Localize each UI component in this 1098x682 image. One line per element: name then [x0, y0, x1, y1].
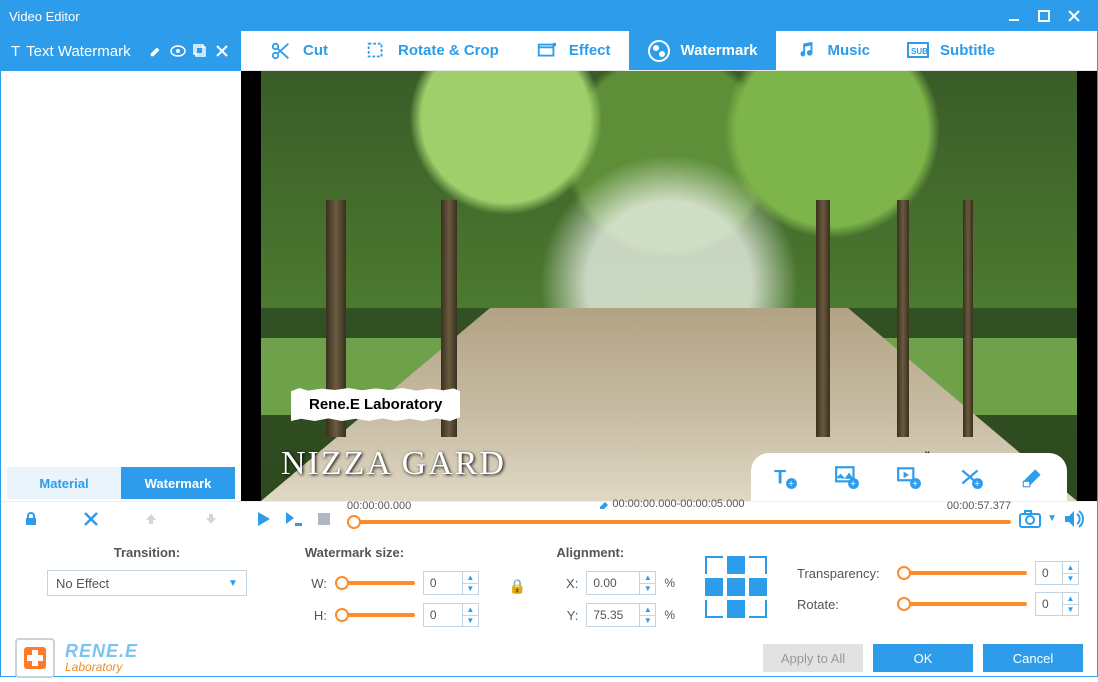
volume-button[interactable] [1063, 508, 1085, 530]
crop-icon [364, 39, 388, 63]
copy-icon[interactable] [191, 42, 209, 60]
side-header: T Text Watermark [1, 31, 241, 71]
tab-effect[interactable]: Effect [517, 31, 629, 70]
alignment-label: Alignment: [556, 545, 675, 560]
cancel-button[interactable]: Cancel [983, 644, 1083, 672]
toolbar: T Text Watermark Cut Rotate & Crop Effec… [1, 31, 1097, 71]
watermark-size-label: Watermark size: [305, 545, 479, 560]
align-ml[interactable] [705, 578, 723, 596]
svg-text:+: + [850, 479, 856, 490]
move-up-button[interactable] [137, 505, 165, 533]
remove-button[interactable] [77, 505, 105, 533]
transition-select[interactable]: No Effect ▼ [47, 570, 247, 596]
list-controls [1, 501, 241, 537]
time-range-marker: 00:00:00.000-00:00:05.000 [599, 498, 744, 510]
align-tc[interactable] [727, 556, 745, 574]
add-image-watermark-button[interactable]: + [833, 463, 861, 491]
time-end: 00:00:57.377 [947, 500, 1011, 512]
minimize-button[interactable] [999, 1, 1029, 31]
svg-text:+: + [788, 479, 794, 490]
chevron-down-icon: ▼ [228, 578, 238, 589]
transparency-input[interactable]: 0▲▼ [1035, 561, 1079, 585]
transition-label: Transition: [114, 545, 180, 560]
side-tabs: Material Watermark [7, 467, 235, 499]
align-bl[interactable] [705, 600, 723, 618]
music-icon [794, 39, 818, 63]
snapshot-button[interactable] [1019, 508, 1041, 530]
align-br[interactable] [749, 600, 767, 618]
text-watermark-icon: T [11, 43, 20, 60]
window-title: Video Editor [9, 9, 80, 24]
rotate-input[interactable]: 0▲▼ [1035, 592, 1079, 616]
edit-icon[interactable] [147, 42, 165, 60]
tab-cut[interactable]: Cut [251, 31, 346, 70]
align-mr[interactable] [749, 578, 767, 596]
ok-button[interactable]: OK [873, 644, 973, 672]
delete-watermark-portion-button[interactable] [1019, 463, 1047, 491]
brand-title: RENE.E [65, 642, 138, 662]
side-tab-material[interactable]: Material [7, 467, 121, 499]
playback-controls [249, 508, 339, 530]
footer: RENE.E Laboratory Apply to All OK Cancel [1, 634, 1097, 682]
eye-icon[interactable] [169, 42, 187, 60]
timeline[interactable]: 00:00:00.000 00:00:00.000-00:00:05.000 0… [347, 506, 1011, 532]
apply-to-all-button[interactable]: Apply to All [763, 644, 863, 672]
svg-text:T: T [774, 467, 786, 489]
svg-text:SUB: SUB [911, 47, 928, 56]
move-down-button[interactable] [197, 505, 225, 533]
stop-button[interactable] [313, 508, 335, 530]
height-slider[interactable] [335, 613, 415, 617]
step-button[interactable] [283, 508, 305, 530]
transparency-label: Transparency: [797, 566, 889, 581]
dropdown-caret-icon[interactable]: ▼ [1047, 513, 1057, 524]
svg-text:+: + [912, 479, 918, 490]
align-bc[interactable] [727, 600, 745, 618]
close-button[interactable] [1059, 1, 1089, 31]
tab-subtitle[interactable]: SUB Subtitle [888, 31, 1013, 70]
rotate-slider[interactable] [897, 602, 1027, 606]
watermark-overlay[interactable]: Rene.E Laboratory [291, 388, 460, 421]
lock-ratio-icon[interactable]: 🔒 [509, 545, 526, 628]
add-video-watermark-button[interactable]: + [895, 463, 923, 491]
tab-music[interactable]: Music [776, 31, 889, 70]
x-input[interactable]: 0.00▲▼ [586, 571, 656, 595]
video-caption: NIZZA GARD [281, 445, 506, 483]
brand-subtitle: Laboratory [65, 661, 138, 674]
brand-icon [15, 638, 55, 678]
align-tr[interactable] [749, 556, 767, 574]
tab-watermark[interactable]: Watermark [629, 31, 776, 70]
time-start: 00:00:00.000 [347, 500, 411, 512]
main-tabs: Cut Rotate & Crop Effect Watermark Music… [241, 31, 1097, 71]
watermark-icon [647, 39, 671, 63]
watermark-toolbar: T+ + + + [751, 453, 1067, 501]
width-slider[interactable] [335, 581, 415, 585]
play-button[interactable] [253, 508, 275, 530]
title-bar: Video Editor [1, 1, 1097, 31]
y-input[interactable]: 75.35▲▼ [586, 603, 656, 627]
subtitle-icon: SUB [906, 39, 930, 63]
width-input[interactable]: 0▲▼ [423, 571, 479, 595]
effect-icon [535, 39, 559, 63]
height-input[interactable]: 0▲▼ [423, 603, 479, 627]
align-tl[interactable] [705, 556, 723, 574]
side-tab-watermark[interactable]: Watermark [121, 467, 235, 499]
transparency-slider[interactable] [897, 571, 1027, 575]
alignment-grid[interactable] [705, 556, 767, 618]
lock-button[interactable] [17, 505, 45, 533]
add-text-watermark-button[interactable]: T+ [771, 463, 799, 491]
maximize-button[interactable] [1029, 1, 1059, 31]
align-mc[interactable] [727, 578, 745, 596]
delete-icon[interactable] [213, 42, 231, 60]
rotate-label: Rotate: [797, 597, 889, 612]
tab-rotate-crop[interactable]: Rotate & Crop [346, 31, 517, 70]
remove-watermark-button[interactable]: + [957, 463, 985, 491]
svg-text:+: + [974, 479, 980, 490]
controls-panel: Transition: No Effect ▼ Watermark size: … [1, 535, 1097, 634]
brand: RENE.E Laboratory [15, 638, 138, 678]
scissors-icon [269, 39, 293, 63]
sidebar: Material Watermark [1, 71, 241, 501]
video-preview[interactable]: Rene.E Laboratory NIZZA GARD ⌄ T+ + + + [241, 71, 1097, 501]
side-header-title: Text Watermark [26, 43, 130, 60]
